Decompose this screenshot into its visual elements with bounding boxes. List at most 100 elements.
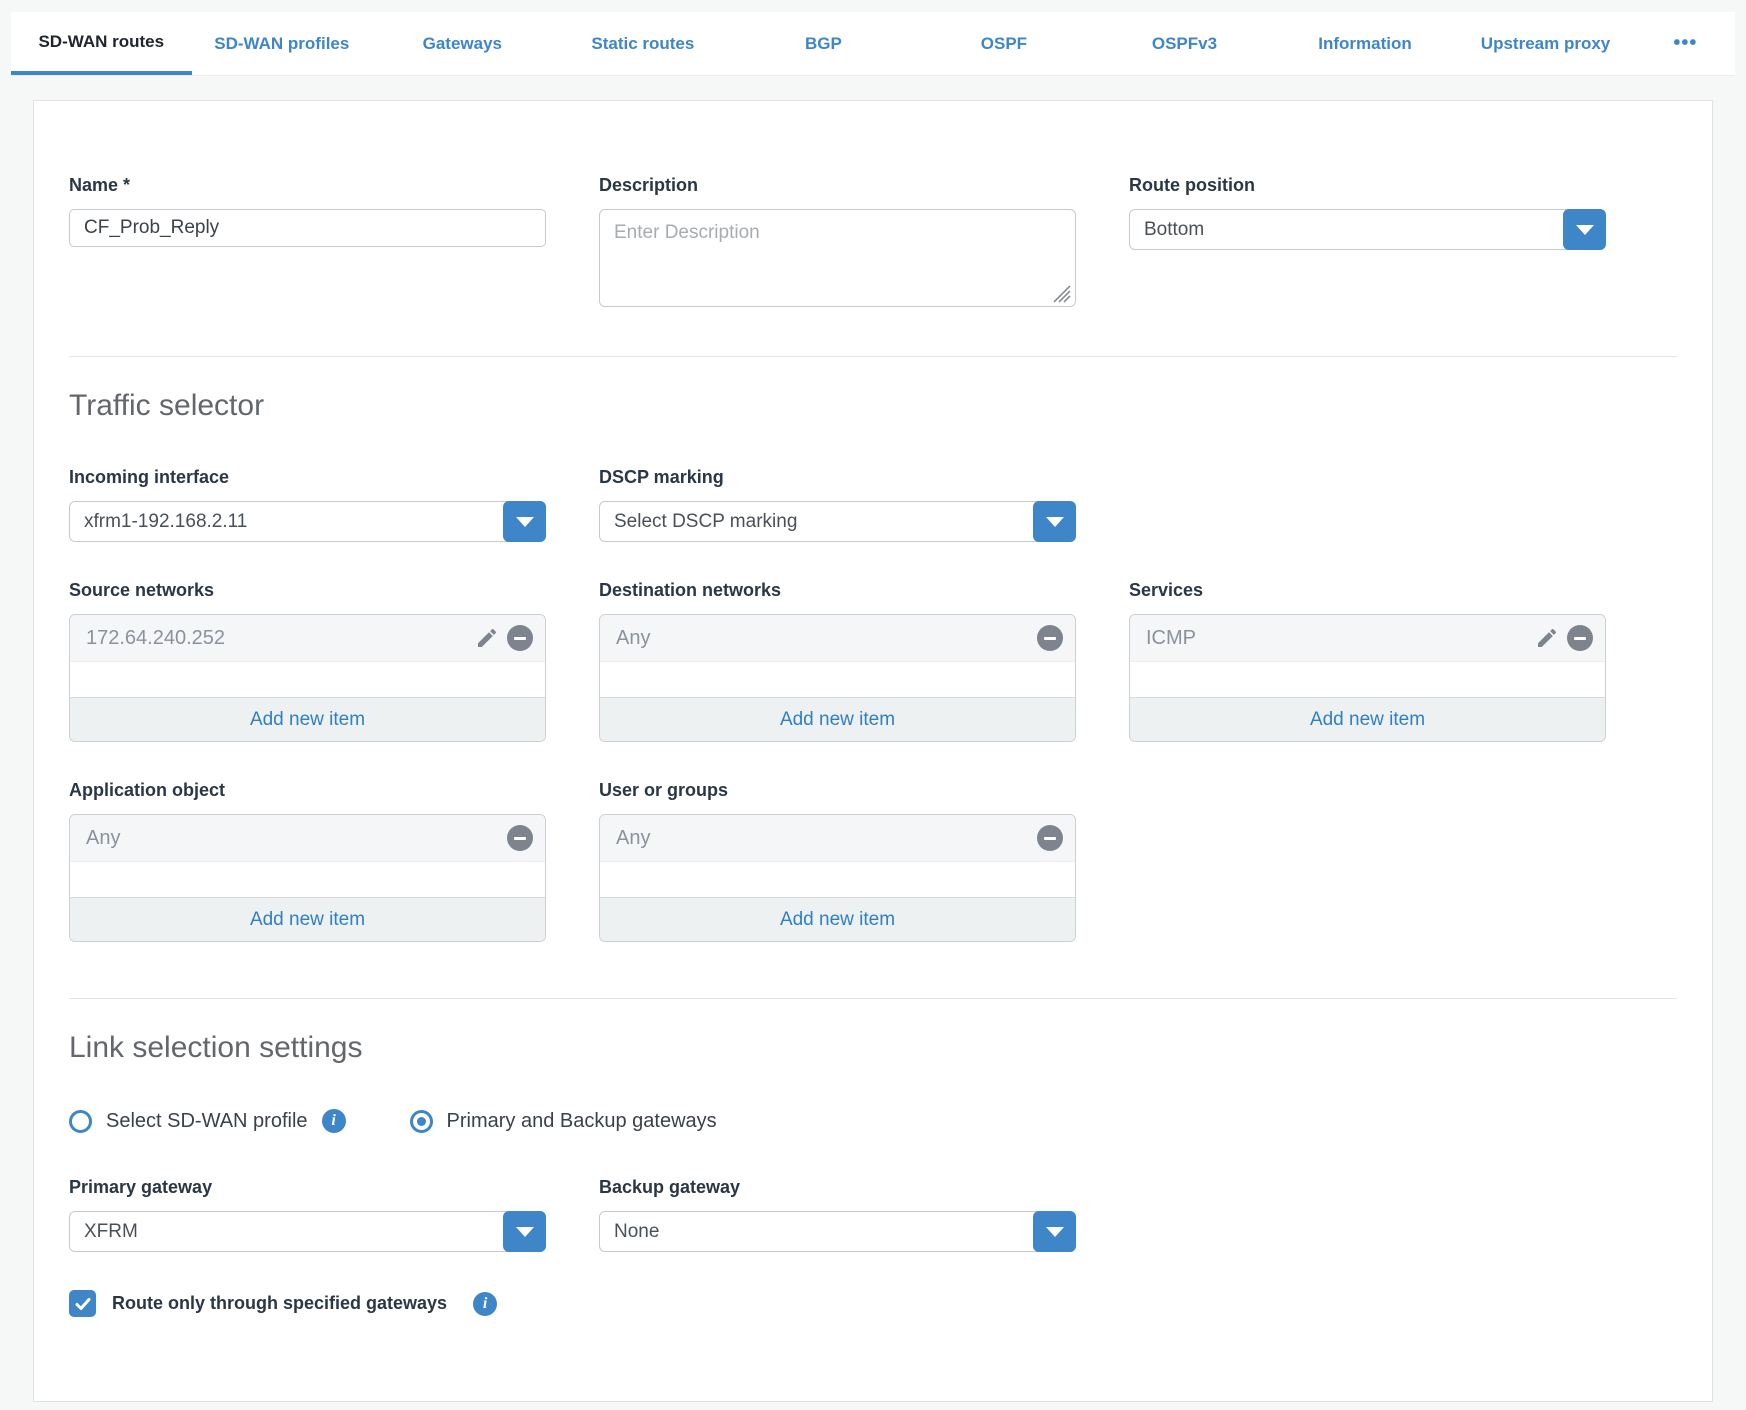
- user-or-groups-box: Any Add new item: [599, 814, 1076, 942]
- user-or-groups-label: User or groups: [599, 780, 1076, 801]
- backup-gateway-value: None: [600, 1212, 1075, 1251]
- link-selection-radio-group: Select SD-WAN profile i Primary and Back…: [69, 1109, 1677, 1133]
- destination-networks-box: Any Add new item: [599, 614, 1076, 742]
- list-empty-area: [600, 662, 1075, 697]
- primary-gateway-field-group: Primary gateway XFRM: [69, 1177, 546, 1252]
- divider: [69, 356, 1677, 357]
- list-item-value: ICMP: [1146, 627, 1196, 650]
- remove-icon[interactable]: [1037, 825, 1063, 851]
- dscp-marking-dropdown[interactable]: Select DSCP marking: [599, 501, 1076, 542]
- radio-label: Primary and Backup gateways: [447, 1110, 717, 1133]
- source-networks-field-group: Source networks 172.64.240.252 Add new i: [69, 580, 546, 742]
- route-only-row: Route only through specified gateways i: [69, 1290, 1677, 1317]
- description-textarea[interactable]: [599, 209, 1076, 307]
- remove-icon[interactable]: [507, 825, 533, 851]
- primary-gateway-dropdown[interactable]: XFRM: [69, 1211, 546, 1252]
- add-new-item-button[interactable]: Add new item: [70, 897, 545, 941]
- more-tabs-icon[interactable]: •••: [1636, 12, 1735, 75]
- radio-primary-backup-gateways[interactable]: Primary and Backup gateways: [410, 1110, 717, 1133]
- source-networks-label: Source networks: [69, 580, 546, 601]
- radio-icon[interactable]: [69, 1110, 92, 1133]
- application-object-box: Any Add new item: [69, 814, 546, 942]
- tab-sdwan-routes[interactable]: SD-WAN routes: [11, 12, 192, 75]
- route-only-checkbox[interactable]: [69, 1290, 96, 1317]
- tab-information[interactable]: Information: [1275, 12, 1456, 75]
- destination-networks-field-group: Destination networks Any Add new item: [599, 580, 1076, 742]
- incoming-interface-value: xfrm1-192.168.2.11: [70, 502, 545, 541]
- edit-icon[interactable]: [1535, 626, 1559, 650]
- list-item-value: 172.64.240.252: [86, 627, 225, 650]
- add-new-item-button[interactable]: Add new item: [600, 697, 1075, 741]
- chevron-down-icon[interactable]: [1033, 501, 1076, 542]
- info-icon[interactable]: i: [473, 1292, 497, 1316]
- list-item-value: Any: [86, 827, 120, 850]
- route-position-value: Bottom: [1130, 210, 1605, 249]
- backup-gateway-field-group: Backup gateway None: [599, 1177, 1076, 1252]
- edit-icon[interactable]: [475, 626, 499, 650]
- list-item: 172.64.240.252: [70, 615, 545, 662]
- dscp-marking-value: Select DSCP marking: [600, 502, 1075, 541]
- services-label: Services: [1129, 580, 1606, 601]
- name-field-group: Name *: [69, 175, 546, 312]
- source-networks-box: 172.64.240.252 Add new item: [69, 614, 546, 742]
- route-position-label: Route position: [1129, 175, 1606, 196]
- tab-upstream-proxy[interactable]: Upstream proxy: [1455, 12, 1636, 75]
- incoming-interface-field-group: Incoming interface xfrm1-192.168.2.11: [69, 467, 546, 542]
- radio-label: Select SD-WAN profile: [106, 1110, 308, 1133]
- chevron-down-icon[interactable]: [1033, 1211, 1076, 1252]
- list-empty-area: [1130, 662, 1605, 697]
- application-object-field-group: Application object Any Add new item: [69, 780, 546, 942]
- list-empty-area: [600, 862, 1075, 897]
- add-new-item-button[interactable]: Add new item: [1130, 697, 1605, 741]
- services-box: ICMP Add new item: [1129, 614, 1606, 742]
- sdwan-route-form: Name * Description Route position Bottom: [33, 100, 1713, 1402]
- remove-icon[interactable]: [507, 625, 533, 651]
- primary-gateway-value: XFRM: [70, 1212, 545, 1251]
- add-new-item-button[interactable]: Add new item: [600, 897, 1075, 941]
- list-empty-area: [70, 662, 545, 697]
- list-item-value: Any: [616, 627, 650, 650]
- incoming-interface-dropdown[interactable]: xfrm1-192.168.2.11: [69, 501, 546, 542]
- services-field-group: Services ICMP Add new item: [1129, 580, 1606, 742]
- tab-bar: SD-WAN routes SD-WAN profiles Gateways S…: [11, 12, 1735, 76]
- backup-gateway-label: Backup gateway: [599, 1177, 1076, 1198]
- route-only-label: Route only through specified gateways: [112, 1293, 447, 1314]
- destination-networks-label: Destination networks: [599, 580, 1076, 601]
- tab-ospfv3[interactable]: OSPFv3: [1094, 12, 1275, 75]
- description-label: Description: [599, 175, 1076, 196]
- user-or-groups-field-group: User or groups Any Add new item: [599, 780, 1076, 942]
- link-selection-title: Link selection settings: [69, 1031, 1677, 1065]
- chevron-down-icon[interactable]: [1563, 209, 1606, 250]
- list-item: Any: [600, 815, 1075, 862]
- dscp-marking-field-group: DSCP marking Select DSCP marking: [599, 467, 1076, 542]
- radio-icon[interactable]: [410, 1110, 433, 1133]
- traffic-selector-title: Traffic selector: [69, 389, 1677, 423]
- route-position-dropdown[interactable]: Bottom: [1129, 209, 1606, 250]
- remove-icon[interactable]: [1037, 625, 1063, 651]
- name-label: Name *: [69, 175, 546, 196]
- tab-bgp[interactable]: BGP: [733, 12, 914, 75]
- incoming-interface-label: Incoming interface: [69, 467, 546, 488]
- route-position-field-group: Route position Bottom: [1129, 175, 1606, 312]
- application-object-label: Application object: [69, 780, 546, 801]
- tab-gateways[interactable]: Gateways: [372, 12, 553, 75]
- divider: [69, 998, 1677, 999]
- list-item: Any: [600, 615, 1075, 662]
- remove-icon[interactable]: [1567, 625, 1593, 651]
- list-item-value: Any: [616, 827, 650, 850]
- list-item: Any: [70, 815, 545, 862]
- list-empty-area: [70, 862, 545, 897]
- tab-ospf[interactable]: OSPF: [914, 12, 1095, 75]
- name-input[interactable]: [69, 209, 546, 247]
- description-field-group: Description: [599, 175, 1076, 312]
- add-new-item-button[interactable]: Add new item: [70, 697, 545, 741]
- resize-handle-icon[interactable]: [1052, 284, 1071, 303]
- tab-sdwan-profiles[interactable]: SD-WAN profiles: [192, 12, 373, 75]
- backup-gateway-dropdown[interactable]: None: [599, 1211, 1076, 1252]
- chevron-down-icon[interactable]: [503, 1211, 546, 1252]
- radio-select-sdwan-profile[interactable]: Select SD-WAN profile i: [69, 1109, 346, 1133]
- tab-static-routes[interactable]: Static routes: [553, 12, 734, 75]
- list-item: ICMP: [1130, 615, 1605, 662]
- info-icon[interactable]: i: [322, 1109, 346, 1133]
- chevron-down-icon[interactable]: [503, 501, 546, 542]
